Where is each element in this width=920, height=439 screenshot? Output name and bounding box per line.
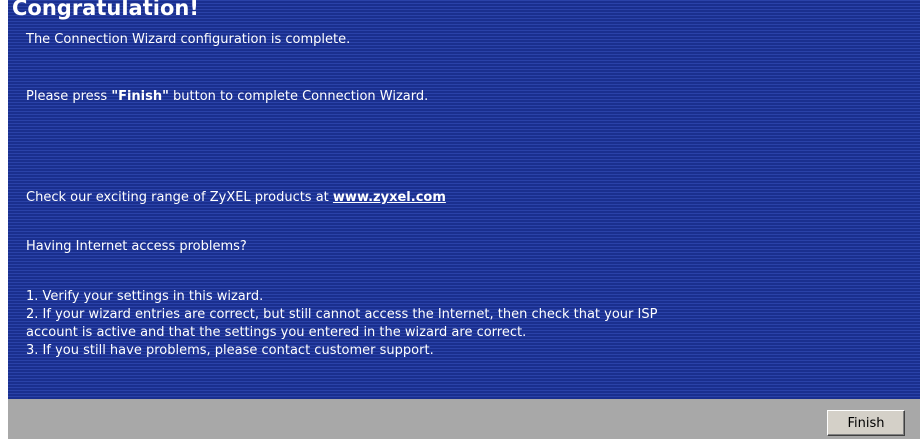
press-suffix-text: button to complete Connection Wizard. [168, 89, 429, 104]
complete-message: The Connection Wizard configuration is c… [26, 32, 351, 47]
list-item: 3. If you still have problems, please co… [26, 343, 434, 358]
products-message: Check our exciting range of ZyXEL produc… [26, 189, 446, 207]
list-item: account is active and that the settings … [26, 325, 527, 340]
problems-heading: Having Internet access problems? [26, 239, 247, 254]
press-prefix-text: Please press [26, 89, 112, 104]
press-finish-message: Please press "Finish" button to complete… [26, 88, 428, 106]
wizard-panel: Congratulation! The Connection Wizard co… [8, 0, 920, 399]
page-title: Congratulation! [12, 0, 199, 20]
footer-bar: Finish [8, 399, 920, 439]
list-item: 2. If your wizard entries are correct, b… [26, 307, 658, 322]
list-item: 1. Verify your settings in this wizard. [26, 289, 264, 304]
wizard-window: Congratulation! The Connection Wizard co… [0, 0, 920, 439]
troubleshooting-steps: 1. Verify your settings in this wizard. … [26, 288, 657, 360]
finish-emphasis-text: "Finish" [111, 89, 169, 104]
finish-button[interactable]: Finish [827, 410, 905, 436]
products-prefix-text: Check our exciting range of ZyXEL produc… [26, 190, 333, 205]
zyxel-website-link[interactable]: www.zyxel.com [333, 190, 446, 205]
